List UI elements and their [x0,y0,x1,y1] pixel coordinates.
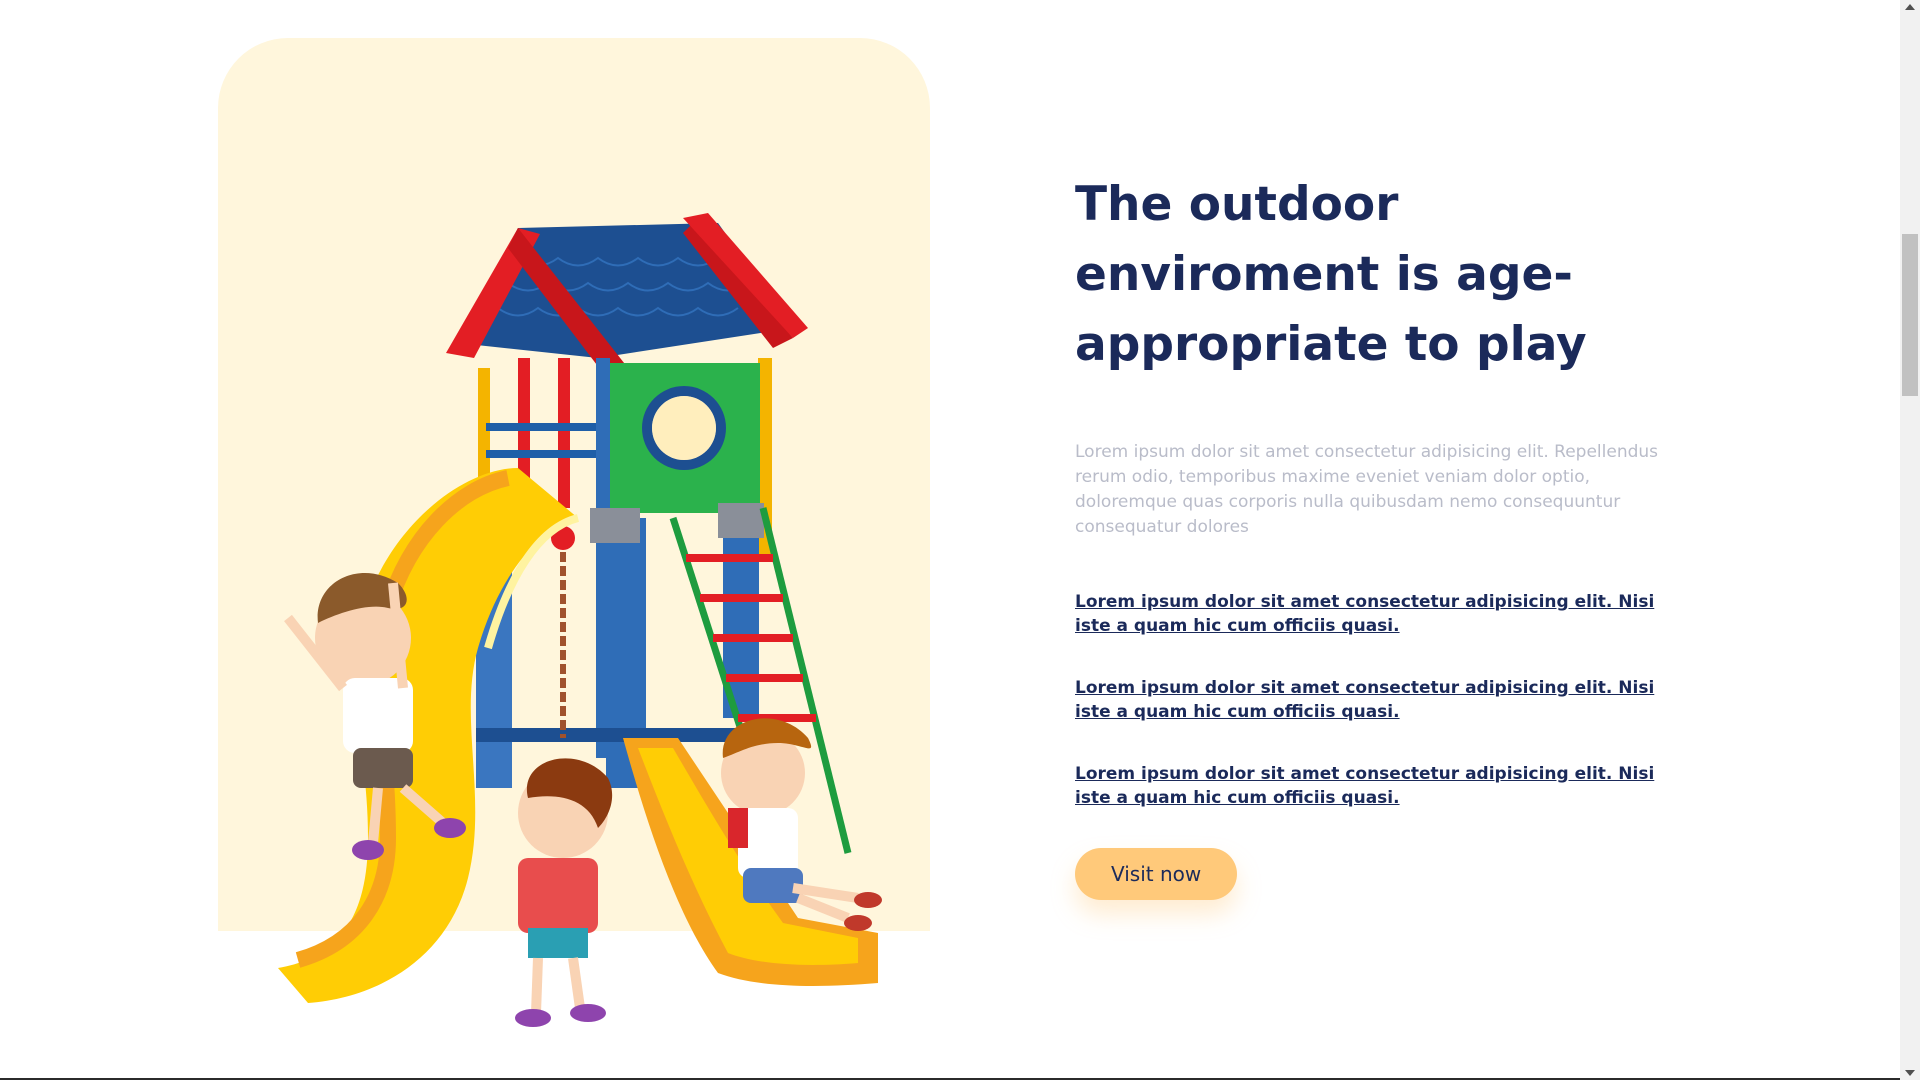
visit-now-button[interactable]: Visit now [1075,848,1238,900]
chevron-up-icon[interactable] [1905,4,1915,10]
section-description: Lorem ipsum dolor sit amet consectetur a… [1075,442,1659,537]
scrollbar-thumb[interactable] [1902,234,1918,396]
feature-link-3[interactable]: Lorem ipsum dolor sit amet consectetur a… [1075,762,1675,810]
page: The outdoor enviroment is age-appropriat… [0,0,1920,1080]
chevron-down-icon[interactable] [1905,1070,1915,1076]
content-column: The outdoor enviroment is age-appropriat… [1075,170,1685,900]
feature-links: Lorem ipsum dolor sit amet consectetur a… [1075,590,1675,810]
feature-link-2[interactable]: Lorem ipsum dolor sit amet consectetur a… [1075,676,1675,724]
section-title: The outdoor enviroment is age-appropriat… [1075,177,1587,372]
feature-link-1[interactable]: Lorem ipsum dolor sit amet consectetur a… [1075,590,1675,638]
playground-illustration [278,213,882,1027]
vertical-scrollbar[interactable] [1900,0,1920,1080]
